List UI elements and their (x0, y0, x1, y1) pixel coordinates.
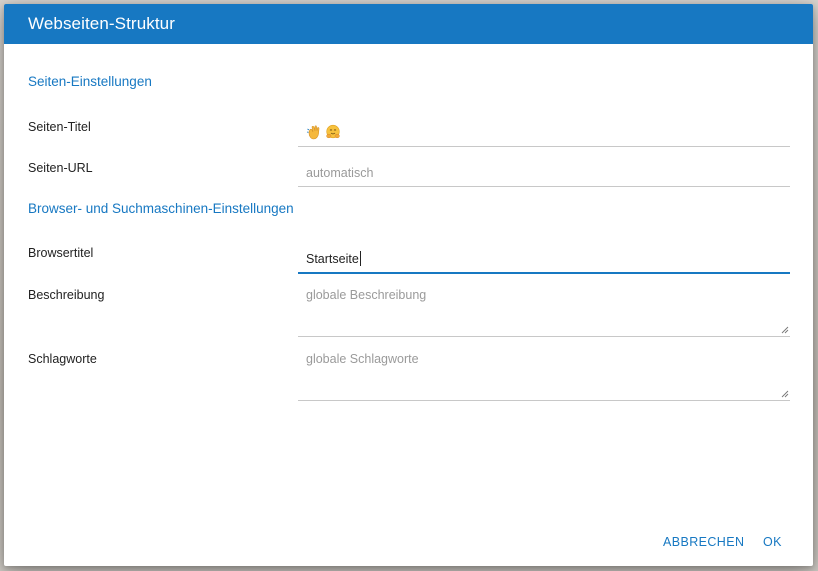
dialog-title: Webseiten-Struktur (28, 14, 175, 33)
browser-title-text: Startseite (306, 252, 359, 266)
page-url-input[interactable]: automatisch (298, 151, 790, 187)
dialog-footer: ABBRECHEN OK (4, 516, 813, 566)
page-title-input[interactable] (298, 110, 790, 147)
page-title-label: Seiten-Titel (28, 120, 91, 134)
keywords-label: Schlagworte (28, 352, 97, 366)
section-heading-page-settings: Seiten-Einstellungen (28, 74, 152, 89)
section-heading-browser-settings: Browser- und Suchmaschinen-Einstellungen (28, 201, 294, 216)
resize-handle-icon[interactable] (781, 326, 789, 334)
cancel-button[interactable]: ABBRECHEN (663, 535, 744, 549)
ok-button[interactable]: OK (763, 535, 782, 549)
keywords-placeholder: globale Schlagworte (306, 352, 419, 366)
description-label: Beschreibung (28, 288, 105, 302)
resize-handle-icon[interactable] (781, 390, 789, 398)
page-url-placeholder: automatisch (306, 166, 374, 180)
browser-title-value: Startseite (306, 251, 361, 266)
dialog-header: Webseiten-Struktur (4, 4, 813, 44)
keywords-textarea[interactable]: globale Schlagworte (298, 346, 790, 401)
description-placeholder: globale Beschreibung (306, 288, 427, 302)
text-caret (359, 251, 361, 266)
hugging-face-icon (326, 124, 340, 139)
page-title-value (306, 124, 344, 140)
structure-dialog: Webseiten-Struktur Seiten-Einstellungen … (4, 4, 813, 566)
browser-title-label: Browsertitel (28, 246, 94, 260)
waving-hand-icon (306, 125, 320, 140)
dialog-body: Seiten-Einstellungen Seiten-Titel Seiten… (4, 44, 813, 514)
description-textarea[interactable]: globale Beschreibung (298, 282, 790, 337)
browser-title-input[interactable]: Startseite (298, 236, 790, 274)
page-url-label: Seiten-URL (28, 161, 93, 175)
